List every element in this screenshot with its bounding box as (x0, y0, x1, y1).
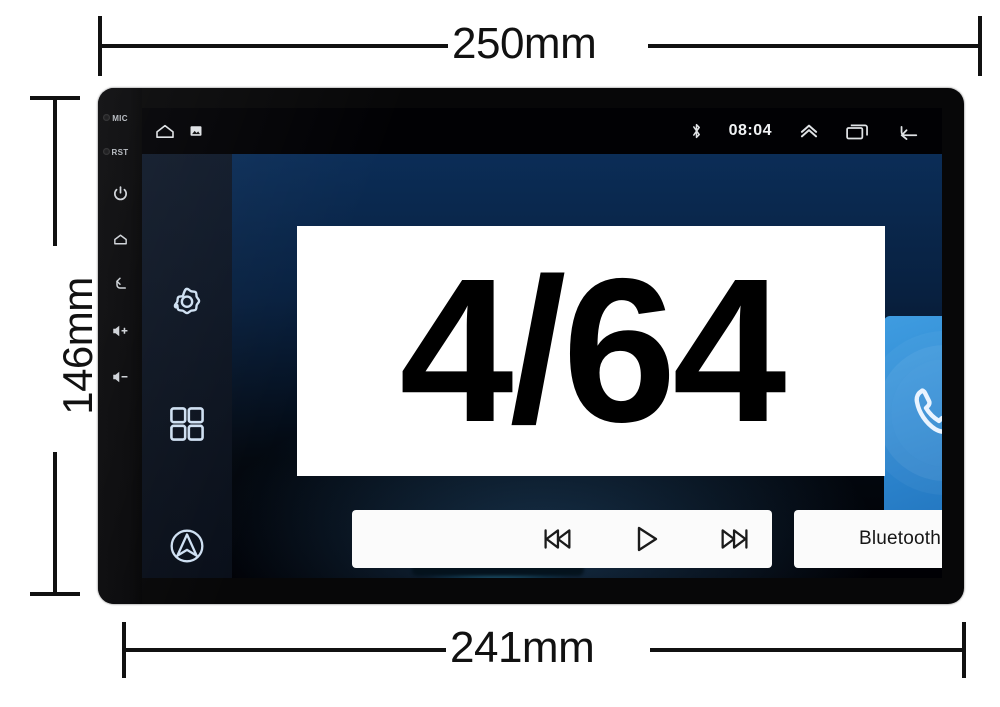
dimension-line-bottom-left (124, 648, 446, 652)
dimension-line-left-top (53, 98, 57, 246)
navigation-arrow-icon[interactable] (159, 518, 215, 574)
status-bar-clock: 08:04 (728, 122, 772, 139)
play-icon[interactable] (630, 524, 662, 554)
volume-down-icon[interactable] (105, 362, 135, 392)
home-icon[interactable] (105, 224, 135, 254)
dimension-label-height: 146mm (54, 277, 101, 415)
bluetooth-phone-icon (902, 377, 942, 449)
dimension-line-top-left (100, 44, 448, 48)
dimension-line-bottom-right (650, 648, 964, 652)
diagram-canvas: 250mm 146mm 241mm MIC RST 08:04 Bluetoot… (0, 0, 1000, 707)
bluetooth-label-band: Bluetooth (794, 510, 942, 568)
apps-grid-icon[interactable] (159, 396, 215, 452)
android-status-bar: 08:04 (142, 108, 942, 154)
capacity-overlay-panel: 4/64 (297, 226, 885, 476)
media-control-bar (352, 510, 772, 568)
touchscreen[interactable]: 08:04 Bluetooth 4/64 (142, 108, 942, 578)
dimension-label-width-inner: 241mm (450, 623, 595, 672)
screen-dock-sidebar (142, 154, 232, 578)
mic-label[interactable]: MIC (103, 110, 135, 126)
back-icon[interactable] (896, 123, 920, 140)
recent-apps-icon[interactable] (846, 123, 870, 140)
hardware-button-column: MIC RST (98, 88, 142, 604)
back-icon[interactable] (105, 270, 135, 300)
next-track-icon[interactable] (716, 525, 754, 553)
previous-track-icon[interactable] (538, 525, 576, 553)
reset-label[interactable]: RST (103, 144, 135, 160)
dimension-label-width-outer: 250mm (452, 19, 597, 68)
screenshot-icon[interactable] (190, 125, 202, 137)
settings-gear-icon[interactable] (159, 276, 215, 332)
bluetooth-icon (690, 122, 703, 140)
power-icon[interactable] (105, 178, 135, 208)
status-bar-right-group: 08:04 (690, 122, 920, 140)
status-bar-left-group (154, 123, 202, 139)
home-icon[interactable] (154, 123, 176, 139)
dimension-line-top-right (648, 44, 980, 48)
car-head-unit: MIC RST 08:04 Bluetooth 4/64 (98, 88, 964, 604)
expand-up-icon[interactable] (798, 123, 820, 139)
volume-up-icon[interactable] (105, 316, 135, 346)
bluetooth-widget-label: Bluetooth (858, 528, 942, 549)
dimension-line-left-bottom (53, 452, 57, 594)
capacity-overlay-text: 4/64 (399, 236, 787, 465)
